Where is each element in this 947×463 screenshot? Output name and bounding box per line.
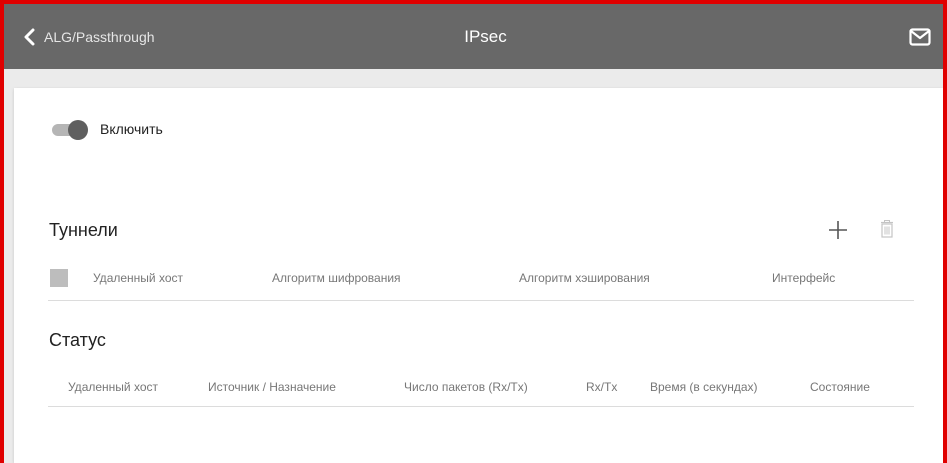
enable-row: Включить (52, 120, 163, 140)
tunnels-col-hashing: Алгоритм хэширования (519, 271, 650, 285)
status-col-state: Состояние (810, 380, 870, 394)
status-col-remote-host: Удаленный хост (68, 380, 158, 394)
envelope-icon[interactable] (909, 28, 931, 46)
top-bar: ALG/Passthrough IPsec (4, 4, 943, 69)
status-divider (48, 406, 914, 407)
enable-label: Включить (100, 121, 163, 137)
tunnels-divider (48, 300, 914, 301)
tunnels-col-interface: Интерфейс (772, 271, 836, 285)
status-col-time: Время (в секундах) (650, 380, 758, 394)
plus-icon[interactable] (828, 220, 848, 240)
status-col-source-dest: Источник / Назначение (208, 380, 336, 394)
status-title: Статус (49, 330, 106, 350)
tunnels-col-encryption: Алгоритм шифрования (272, 271, 401, 285)
status-col-packets: Число пакетов (Rx/Tx) (404, 380, 528, 394)
tunnels-col-remote-host: Удаленный хост (93, 271, 183, 285)
tunnels-title: Туннели (49, 220, 118, 240)
toggle-knob (68, 120, 88, 140)
content-card: Включить Туннели Удаленный хост Алгоритм… (14, 88, 943, 463)
page-title: IPsec (464, 26, 507, 46)
page-title-wrap: IPsec (4, 4, 943, 69)
select-all-checkbox[interactable] (50, 269, 68, 287)
status-col-rxtx: Rx/Tx (586, 380, 618, 394)
trash-icon[interactable] (880, 220, 894, 238)
enable-toggle[interactable] (52, 120, 88, 140)
